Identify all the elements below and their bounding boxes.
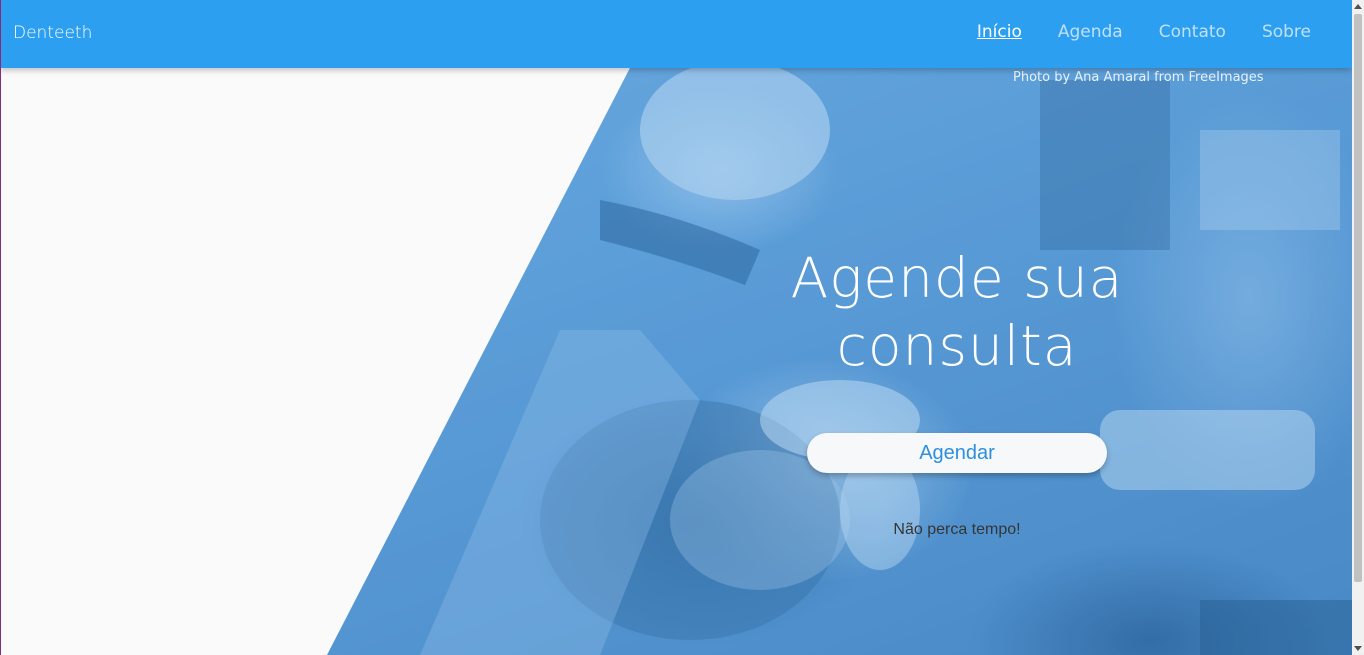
brand-logo[interactable]: Denteeth [13, 23, 92, 43]
scrollbar-thumb[interactable] [1354, 14, 1362, 582]
hero-content: Agende sua consulta [757, 244, 1157, 380]
nav-link-contato[interactable]: Contato [1159, 22, 1226, 42]
hero-tagline: Não perca tempo! [893, 521, 1021, 538]
scroll-up-arrow-icon[interactable] [1354, 4, 1362, 9]
schedule-button[interactable]: Agendar [807, 433, 1107, 473]
navbar: Denteeth Início Agenda Contato Sobre [0, 0, 1352, 68]
page: Denteeth Início Agenda Contato Sobre Pho… [0, 0, 1364, 655]
hero-title-line-2: consulta [836, 314, 1078, 378]
nav-links: Início Agenda Contato Sobre [941, 22, 1352, 42]
nav-link-inicio[interactable]: Início [977, 22, 1022, 42]
window-left-border [0, 0, 1, 655]
vertical-scrollbar[interactable] [1352, 0, 1364, 655]
scroll-down-arrow-icon[interactable] [1354, 646, 1362, 651]
nav-link-sobre[interactable]: Sobre [1262, 22, 1311, 42]
hero-title: Agende sua consulta [757, 244, 1157, 380]
nav-link-agenda[interactable]: Agenda [1058, 22, 1123, 42]
photo-credit: Photo by Ana Amaral from FreeImages [1013, 70, 1264, 85]
hero-title-line-1: Agende sua [790, 246, 1124, 310]
